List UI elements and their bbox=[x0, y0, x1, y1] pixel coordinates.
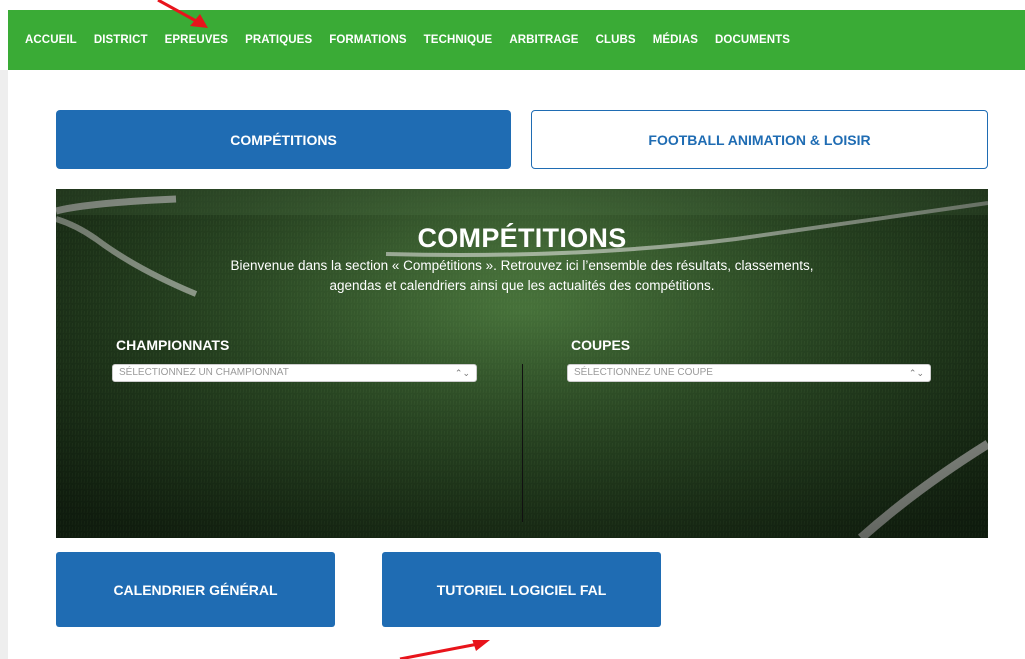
calendrier-general-button[interactable]: CALENDRIER GÉNÉRAL bbox=[56, 552, 335, 627]
hero-description-line-2: agendas et calendriers ainsi que les act… bbox=[329, 278, 715, 293]
tab-competitions[interactable]: COMPÉTITIONS bbox=[56, 110, 511, 169]
tutoriel-logiciel-fal-button[interactable]: TUTORIEL LOGICIEL FAL bbox=[382, 552, 661, 627]
nav-item-technique[interactable]: TECHNIQUE bbox=[424, 34, 493, 46]
column-divider bbox=[522, 364, 523, 522]
coupe-select[interactable]: SÉLECTIONNEZ UNE COUPE ⌃⌄ bbox=[567, 364, 931, 382]
nav-item-pratiques[interactable]: PRATIQUES bbox=[245, 34, 312, 46]
red-arrow-icon bbox=[399, 640, 490, 659]
hero-title: COMPÉTITIONS bbox=[417, 223, 627, 253]
chevron-up-down-icon: ⌃⌄ bbox=[908, 368, 924, 378]
nav-item-medias[interactable]: MÉDIAS bbox=[653, 34, 698, 46]
left-edge-rule bbox=[0, 70, 8, 659]
nav-item-clubs[interactable]: CLUBS bbox=[596, 34, 636, 46]
championnat-select-placeholder: SÉLECTIONNEZ UN CHAMPIONNAT bbox=[119, 367, 289, 378]
coupes-label: COUPES bbox=[571, 337, 631, 353]
nav-item-formations[interactable]: FORMATIONS bbox=[329, 34, 406, 46]
coupe-select-placeholder: SÉLECTIONNEZ UNE COUPE bbox=[574, 367, 713, 378]
hero-description-line-1: Bienvenue dans la section « Compétitions… bbox=[230, 258, 814, 273]
nav-item-documents[interactable]: DOCUMENTS bbox=[715, 34, 790, 46]
nav-list: ACCUEIL DISTRICT EPREUVES PRATIQUES FORM… bbox=[25, 34, 807, 46]
nav-item-epreuves[interactable]: EPREUVES bbox=[165, 34, 228, 46]
nav-item-accueil[interactable]: ACCUEIL bbox=[25, 34, 77, 46]
nav-item-arbitrage[interactable]: ARBITRAGE bbox=[509, 34, 578, 46]
tab-football-animation-loisir[interactable]: FOOTBALL ANIMATION & LOISIR bbox=[531, 110, 988, 169]
nav-item-district[interactable]: DISTRICT bbox=[94, 34, 148, 46]
championnat-select[interactable]: SÉLECTIONNEZ UN CHAMPIONNAT ⌃⌄ bbox=[112, 364, 477, 382]
competitions-hero: COMPÉTITIONS Bienvenue dans la section «… bbox=[56, 189, 988, 538]
chevron-up-down-icon: ⌃⌄ bbox=[454, 368, 470, 378]
hero-description: Bienvenue dans la section « Compétitions… bbox=[106, 256, 938, 296]
championnats-label: CHAMPIONNATS bbox=[116, 337, 230, 353]
red-arrow-icon bbox=[157, 0, 208, 28]
